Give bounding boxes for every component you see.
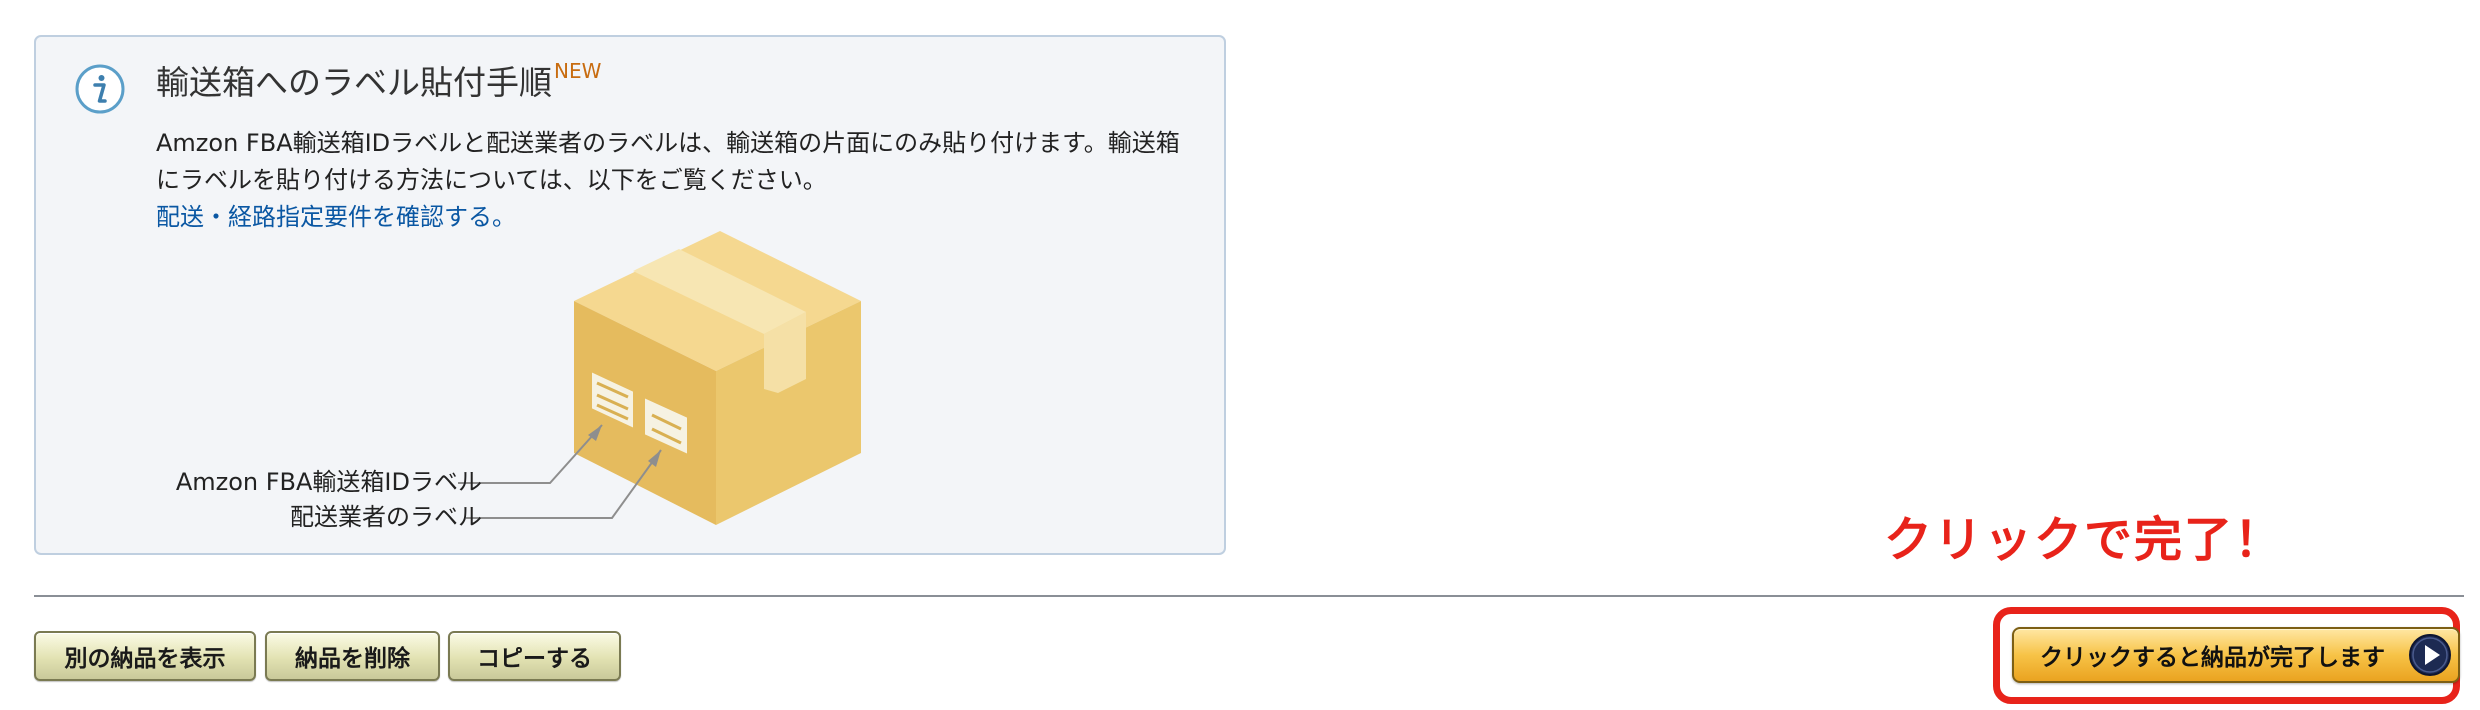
click-to-complete-annotation: クリックで完了！ [1884,512,2285,568]
label-instructions-panel: 輸送箱へのラベル貼付手順 NEW Amzon FBA輸送箱IDラベルと配送業者のラ… [34,35,1226,555]
fba-label-caption: Amzon FBA輸送箱IDラベル [175,468,482,496]
section-divider [34,595,2464,597]
view-other-shipment-button[interactable]: 別の納品を表示 [34,631,256,681]
copy-shipment-button[interactable]: コピーする [448,631,621,681]
delete-shipment-button[interactable]: 納品を削除 [265,631,440,681]
play-arrow-icon [2409,634,2451,676]
complete-shipment-label: クリックすると納品が完了します [2040,645,2385,671]
complete-shipment-button[interactable]: クリックすると納品が完了します [2012,627,2460,683]
carrier-label-caption: 配送業者のラベル [290,503,482,531]
